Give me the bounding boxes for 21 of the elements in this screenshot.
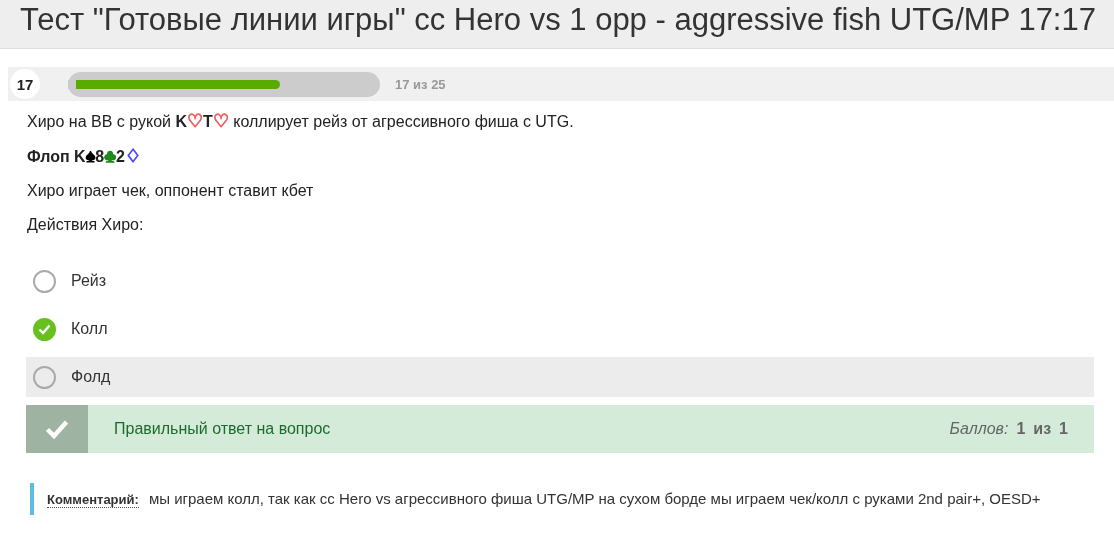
option-label[interactable]: Рейз bbox=[71, 272, 107, 290]
option-label[interactable]: Колл bbox=[71, 320, 108, 338]
page-title: Тест "Готовые линии игры" сс Hero vs 1 opp - aggressive fish UTG/MP 17:17 bbox=[19, 1, 1096, 39]
question-text: Действия Хиро: bbox=[27, 215, 144, 235]
score-separator: из bbox=[1033, 420, 1052, 438]
score-label: Баллов: bbox=[949, 420, 1009, 438]
feedback-message: Правильный ответ на вопрос bbox=[114, 420, 332, 438]
option-label[interactable]: Фолд bbox=[71, 368, 111, 386]
radio-button[interactable] bbox=[33, 269, 56, 293]
question-number: 17 bbox=[10, 69, 40, 99]
score-value: 1 bbox=[1016, 420, 1026, 438]
radio-button[interactable] bbox=[33, 365, 56, 389]
comment-text: мы играем колл, так как сс Hero vs агрессивного фиша UTG/MP на сухом борде мы играем чек/колл с руками 2nd pair+, OESD+ bbox=[148, 490, 1041, 507]
comment-label: Комментарий: bbox=[47, 492, 139, 508]
check-icon bbox=[45, 419, 69, 439]
checked-radio-icon[interactable] bbox=[33, 317, 56, 341]
question-text: Хиро на BB с рукой K♡T♡ коллирует рейз от агрессивного фиша с UTG. bbox=[27, 111, 574, 132]
question-text: Хиро играет чек, оппонент ставит кбет bbox=[27, 181, 314, 201]
question-text: Флоп K♠8♣2♢ bbox=[27, 146, 141, 167]
score-max: 1 bbox=[1059, 420, 1068, 438]
progress-count: 17 из 25 bbox=[395, 76, 446, 92]
